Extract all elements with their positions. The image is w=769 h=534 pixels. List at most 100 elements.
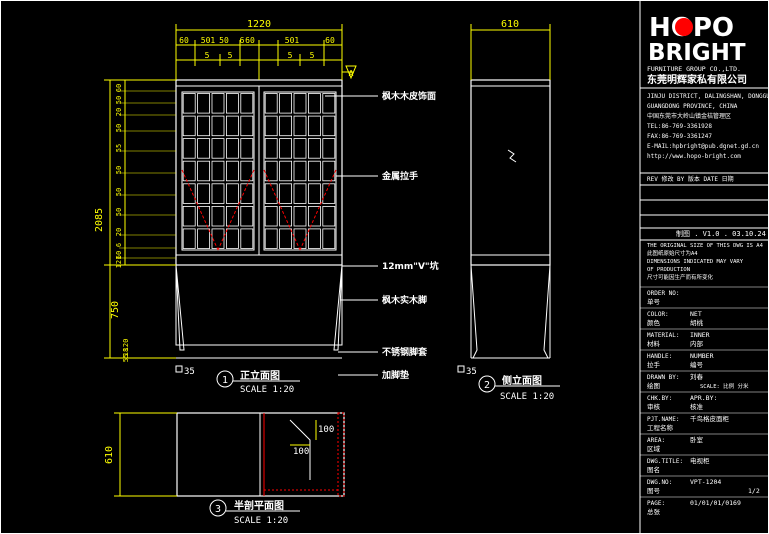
- door-tile: [225, 228, 239, 249]
- svg-text:35: 35: [184, 367, 195, 377]
- door-tile: [322, 228, 336, 249]
- door-tile: [197, 138, 211, 159]
- callout-veneer: 枫木木皮饰面: [382, 90, 436, 102]
- title-row-label-cn: 区域: [647, 444, 661, 453]
- view-title-1: 1 正立面图 SCALE 1:20: [216, 369, 300, 395]
- sheet-note: OF PRODUCTION: [647, 267, 690, 273]
- brand-line2: BRIGHT: [648, 40, 746, 66]
- brand-logo-dot: [675, 18, 693, 36]
- title-row-label: MATERIAL:: [647, 332, 680, 339]
- title-row-value: INNER: [690, 331, 710, 339]
- door-tile: [279, 183, 293, 204]
- door-tile: [182, 115, 196, 137]
- sheet-notes: THE ORIGINAL SIZE OF THIS DWG IS A4此图纸原始…: [647, 243, 764, 281]
- company-info-line: FAX:86-769-3361247: [647, 133, 712, 140]
- door-tile: [197, 183, 211, 204]
- door-tile: [240, 183, 254, 204]
- title-row-label: DRAWN BY:: [647, 374, 680, 381]
- title-row-label: DWG.TITLE:: [647, 458, 683, 465]
- title-row-label: ORDER NO:: [647, 290, 680, 297]
- left-stack-label: 50: [115, 96, 123, 104]
- top-segment-label: 501: [285, 36, 300, 45]
- door-tile: [197, 160, 211, 182]
- view-title-2: 2 侧立面图 SCALE 1:20: [478, 374, 560, 402]
- title-row-label-cn: 单号: [647, 297, 661, 306]
- side-elevation: [470, 24, 551, 359]
- callout-foot-pad: 加脚垫: [381, 369, 409, 381]
- callout-labels: 枫木木皮饰面 金属拉手 12mm"V"坑 枫木实木脚 不锈钢脚套 加脚垫: [381, 90, 439, 381]
- top-dimensions: [175, 24, 343, 80]
- door-tile: [293, 93, 307, 114]
- door-tile: [197, 93, 211, 114]
- door-tile: [211, 160, 225, 182]
- top-segment-label: 6: [240, 36, 245, 45]
- title-row-label-cn: 材料: [647, 339, 661, 348]
- door-tile: [225, 138, 239, 159]
- door-tile: [211, 183, 225, 204]
- title-row-value: 电视柜: [690, 456, 710, 465]
- title-row-label: CHK.BY:: [647, 395, 672, 402]
- dim-leg-height: 750: [110, 301, 121, 319]
- left-tick-lines: [119, 90, 176, 266]
- svg-text:SCALE 1:20: SCALE 1:20: [240, 385, 294, 395]
- title-row-label-cn: 工程名称: [647, 423, 674, 432]
- drawing-canvas: 1220 60 501 50 6 60 501 60 5555 60502050555050…: [0, 0, 769, 534]
- door-tile: [279, 228, 293, 249]
- title-row-label: PAGE:: [647, 500, 665, 507]
- leg-frame: [175, 264, 343, 346]
- title-row-extra: SCALE: 比例 分米: [700, 382, 749, 390]
- brand-company-cn: 东莞明辉家私有限公司: [647, 73, 747, 86]
- title-row-label: PJT.NAME:: [647, 416, 680, 423]
- dim-plan-b: 100: [293, 447, 309, 457]
- door-tile: [240, 228, 254, 249]
- door-tile: [182, 205, 196, 227]
- svg-text:半剖平面图: 半剖平面图: [234, 499, 284, 512]
- title-row-label: AREA:: [647, 437, 665, 444]
- half-section-plan: [114, 412, 345, 497]
- door-tile: [182, 183, 196, 204]
- left-stack-label: 20: [115, 108, 123, 116]
- door-tile: [264, 205, 278, 227]
- title-row-label-cn: 绘图: [647, 381, 660, 390]
- door-tile: [307, 93, 321, 114]
- title-row-value-cn: 编号: [690, 360, 704, 369]
- sheet-note: 尺寸可能因生产而有所变化: [647, 273, 714, 281]
- door-tile: [307, 138, 321, 159]
- callout-handle: 金属拉手: [381, 170, 418, 182]
- sub-segment-label: 5: [228, 51, 233, 60]
- left-stack-label: 20: [115, 228, 123, 236]
- door-tile: [293, 228, 307, 249]
- sheet-note: DIMENSIONS INDICATED MAY VARY: [647, 259, 744, 265]
- sub-segment-label: 5: [288, 51, 293, 60]
- door-tile: [307, 183, 321, 204]
- door-tile: [293, 138, 307, 159]
- svg-text:正立面图: 正立面图: [240, 369, 280, 382]
- door-tile: [279, 160, 293, 182]
- title-block: HOPO BRIGHT FURNITURE GROUP CO.,LTD. 东莞明…: [639, 1, 769, 533]
- elevation-mark-front: 35: [175, 365, 195, 377]
- door-tile: [264, 228, 278, 249]
- revision-header: REV 修改 BY 版本 DATE 日期: [647, 175, 734, 183]
- title-row-value2: 1/2: [748, 487, 760, 495]
- front-elevation: [175, 79, 343, 359]
- door-tile: [182, 138, 196, 159]
- top-segment-label: 501: [201, 36, 216, 45]
- svg-text:35: 35: [466, 367, 477, 377]
- door-tile: [240, 160, 254, 182]
- dim-side-width: 610: [501, 19, 519, 30]
- door-tile: [211, 93, 225, 114]
- sub-segment-label: 5: [310, 51, 315, 60]
- door-tile: [307, 160, 321, 182]
- left-stack-labels: 605020505550505020660121: [115, 84, 123, 269]
- door-tile: [211, 138, 225, 159]
- hinge-line-left-b: [217, 169, 255, 251]
- bottom-stack-label: 55: [122, 354, 130, 362]
- door-tile: [322, 160, 336, 182]
- bottom-stack-labels: 1201855: [122, 339, 130, 363]
- left-stack-label: 6: [115, 243, 123, 247]
- door-tile: [264, 160, 278, 182]
- title-row-value: APR.BY:: [690, 394, 717, 402]
- door-tile: [293, 160, 307, 182]
- door-tile: [225, 205, 239, 227]
- title-row-value-cn: 内部: [690, 339, 704, 348]
